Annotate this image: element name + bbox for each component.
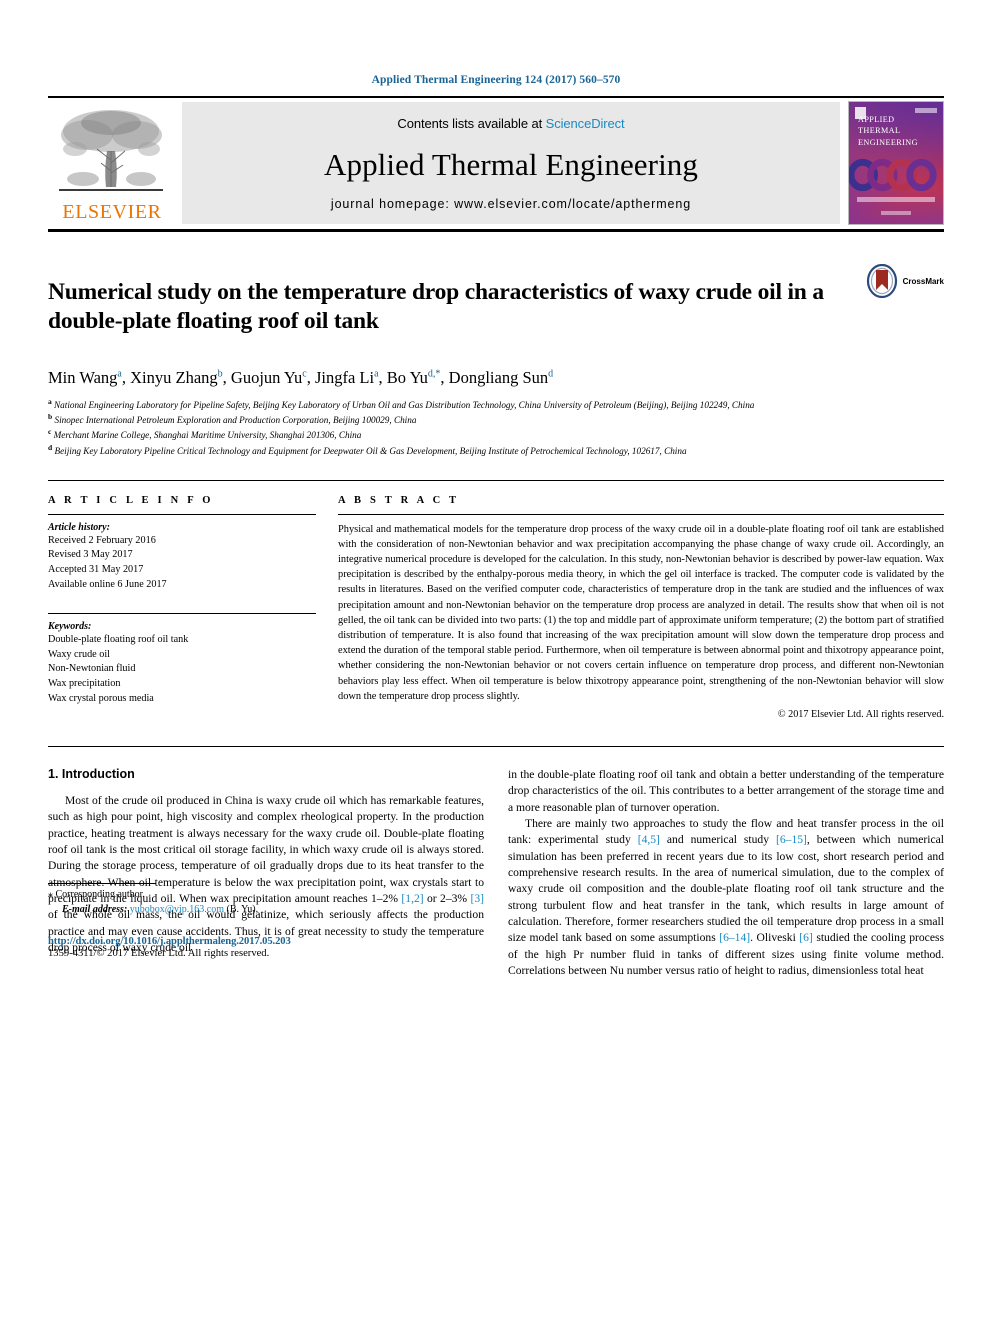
citation-link[interactable]: [6] bbox=[799, 931, 813, 944]
elsevier-tree-icon bbox=[53, 105, 171, 201]
keywords-rule bbox=[48, 612, 316, 614]
title-block: Numerical study on the temperature drop … bbox=[48, 262, 944, 353]
affiliation-marker: d bbox=[48, 442, 53, 452]
citation-link[interactable]: [6–15] bbox=[776, 833, 807, 846]
corresponding-author-text: Corresponding author. bbox=[55, 889, 145, 901]
journal-homepage-link[interactable]: journal homepage: www.elsevier.com/locat… bbox=[331, 197, 691, 211]
author-list: Min Wanga, Xinyu Zhangb, Guojun Yuc, Jin… bbox=[48, 367, 554, 387]
citation-link[interactable]: [3] bbox=[470, 892, 484, 905]
author-entry: Xinyu Zhangb bbox=[130, 368, 223, 387]
affiliation-text: National Engineering Laboratory for Pipe… bbox=[54, 400, 755, 411]
author-affil-marker[interactable]: a bbox=[374, 368, 378, 379]
article-info-rule bbox=[48, 513, 316, 515]
keyword-item: Wax precipitation bbox=[48, 678, 121, 690]
citation-link[interactable]: [6–14] bbox=[719, 931, 750, 944]
author-entry: Dongliang Sund bbox=[449, 368, 553, 387]
author-name: Jingfa Li bbox=[314, 367, 375, 387]
affiliation-item: b Sinopec International Petroleum Explor… bbox=[48, 412, 944, 427]
affiliation-text: Beijing Key Laboratory Pipeline Critical… bbox=[54, 445, 687, 456]
masthead-center: Contents lists available at ScienceDirec… bbox=[182, 102, 840, 224]
email-label: E-mail address: bbox=[62, 903, 128, 915]
author-affil-marker[interactable]: a bbox=[117, 368, 121, 379]
journal-cover-thumbnail: APPLIED THERMAL ENGINEERING bbox=[848, 101, 944, 225]
author-name: Min Wang bbox=[48, 367, 118, 387]
abstract-rule bbox=[338, 513, 944, 515]
keywords-block: Keywords: Double-plate floating roof oil… bbox=[48, 612, 316, 707]
keyword-item: Wax crystal porous media bbox=[48, 692, 154, 704]
article-info-column: A R T I C L E I N F O Article history: R… bbox=[48, 495, 316, 720]
abstract-heading: A B S T R A C T bbox=[338, 494, 460, 506]
crossmark-badge-group[interactable]: CrossMark bbox=[865, 264, 944, 298]
info-abstract-region: A R T I C L E I N F O Article history: R… bbox=[48, 479, 944, 720]
keyword-item: Waxy crude oil bbox=[48, 648, 110, 660]
cover-top-text bbox=[915, 108, 937, 113]
author-name: Dongliang Sun bbox=[448, 367, 549, 387]
abstract-text: Physical and mathematical models for the… bbox=[338, 523, 944, 702]
cover-subtitle-bar bbox=[857, 197, 935, 202]
author-affil-marker[interactable]: d bbox=[548, 368, 553, 379]
affiliation-marker: a bbox=[48, 397, 52, 407]
article-history-item: Received 2 February 2016 bbox=[48, 534, 156, 546]
author-name: Guojun Yu bbox=[230, 367, 303, 387]
article-info-heading: A R T I C L E I N F O bbox=[48, 494, 214, 506]
contents-line: Contents lists available at ScienceDirec… bbox=[397, 116, 624, 131]
corresponding-author-line: ⁎ Corresponding author. bbox=[48, 888, 465, 903]
paper-page: Applied Thermal Engineering 124 (2017) 5… bbox=[0, 0, 992, 979]
running-head: Applied Thermal Engineering 124 (2017) 5… bbox=[371, 74, 621, 86]
footnote-block: ⁎ Corresponding author. E-mail address: … bbox=[48, 883, 465, 917]
author-affil-marker[interactable]: c bbox=[302, 368, 306, 379]
citation-link[interactable]: [4,5] bbox=[638, 833, 660, 846]
affiliation-item: d Beijing Key Laboratory Pipeline Critic… bbox=[48, 443, 944, 458]
crossmark-label: CrossMark bbox=[902, 276, 944, 286]
author-name: Bo Yu bbox=[386, 367, 428, 387]
affiliation-text: Sinopec International Petroleum Explorat… bbox=[54, 415, 417, 426]
author-entry: Jingfa Lia bbox=[315, 368, 379, 387]
corresponding-author-marker: ⁎ bbox=[48, 889, 53, 901]
paragraph: in the double-plate floating roof oil ta… bbox=[508, 767, 944, 814]
cover-footer-bar bbox=[881, 211, 911, 215]
body-column-right: in the double-plate floating roof oil ta… bbox=[508, 767, 944, 979]
author-name: Xinyu Zhang bbox=[130, 367, 218, 387]
footnote-rule bbox=[48, 883, 156, 885]
author-affil-marker[interactable]: b bbox=[218, 368, 223, 379]
issn-copyright: 1359-4311/© 2017 Elsevier Ltd. All right… bbox=[48, 948, 270, 960]
paragraph: There are mainly two approaches to study… bbox=[508, 816, 944, 977]
keywords-label: Keywords: bbox=[48, 620, 92, 632]
elsevier-logo: ELSEVIER bbox=[48, 102, 176, 224]
affiliation-list: a National Engineering Laboratory for Pi… bbox=[48, 397, 944, 458]
elsevier-wordmark: ELSEVIER bbox=[62, 201, 162, 223]
affiliation-marker: c bbox=[48, 427, 52, 437]
affiliation-text: Merchant Marine College, Shanghai Mariti… bbox=[53, 430, 362, 441]
section-heading-introduction: 1. Introduction bbox=[48, 766, 135, 781]
crossmark-icon bbox=[866, 264, 897, 298]
doi-block: http://dx.doi.org/10.1016/j.applthermale… bbox=[48, 936, 291, 959]
email-link[interactable]: yubobox@vip.163.com bbox=[130, 904, 224, 915]
keyword-item: Double-plate floating roof oil tank bbox=[48, 633, 189, 645]
keyword-item: Non-Newtonian fluid bbox=[48, 663, 136, 675]
journal-title: Applied Thermal Engineering bbox=[323, 146, 699, 182]
sciencedirect-link[interactable]: ScienceDirect bbox=[546, 116, 625, 131]
cover-rings-graphic bbox=[849, 158, 937, 192]
article-history-item: Accepted 31 May 2017 bbox=[48, 564, 144, 576]
page-title: Numerical study on the temperature drop … bbox=[48, 278, 824, 335]
email-line: E-mail address: yubobox@vip.163.com (B. … bbox=[48, 903, 465, 918]
abstract-copyright: © 2017 Elsevier Ltd. All rights reserved… bbox=[777, 708, 944, 720]
affiliation-marker: b bbox=[48, 412, 53, 422]
affiliation-item: a National Engineering Laboratory for Pi… bbox=[48, 397, 944, 412]
doi-link[interactable]: http://dx.doi.org/10.1016/j.applthermale… bbox=[48, 936, 291, 947]
affiliation-item: c Merchant Marine College, Shanghai Mari… bbox=[48, 427, 944, 442]
article-history-item: Revised 3 May 2017 bbox=[48, 549, 133, 561]
email-suffix: (B. Yu). bbox=[226, 903, 259, 915]
journal-masthead: ELSEVIER Contents lists available at Sci… bbox=[48, 96, 944, 232]
paragraph: Most of the crude oil produced in China … bbox=[48, 793, 484, 954]
author-entry: Bo Yud,* bbox=[387, 368, 441, 387]
author-entry: Min Wanga bbox=[48, 368, 122, 387]
abstract-column: A B S T R A C T Physical and mathematica… bbox=[338, 495, 944, 720]
contents-prefix: Contents lists available at bbox=[397, 116, 543, 131]
article-history-item: Available online 6 June 2017 bbox=[48, 578, 167, 590]
author-affil-marker-corresponding[interactable]: d,* bbox=[428, 368, 441, 379]
article-history-label: Article history: bbox=[48, 521, 110, 533]
cover-title-text: APPLIED THERMAL ENGINEERING bbox=[858, 115, 918, 147]
author-entry: Guojun Yuc bbox=[231, 368, 307, 387]
